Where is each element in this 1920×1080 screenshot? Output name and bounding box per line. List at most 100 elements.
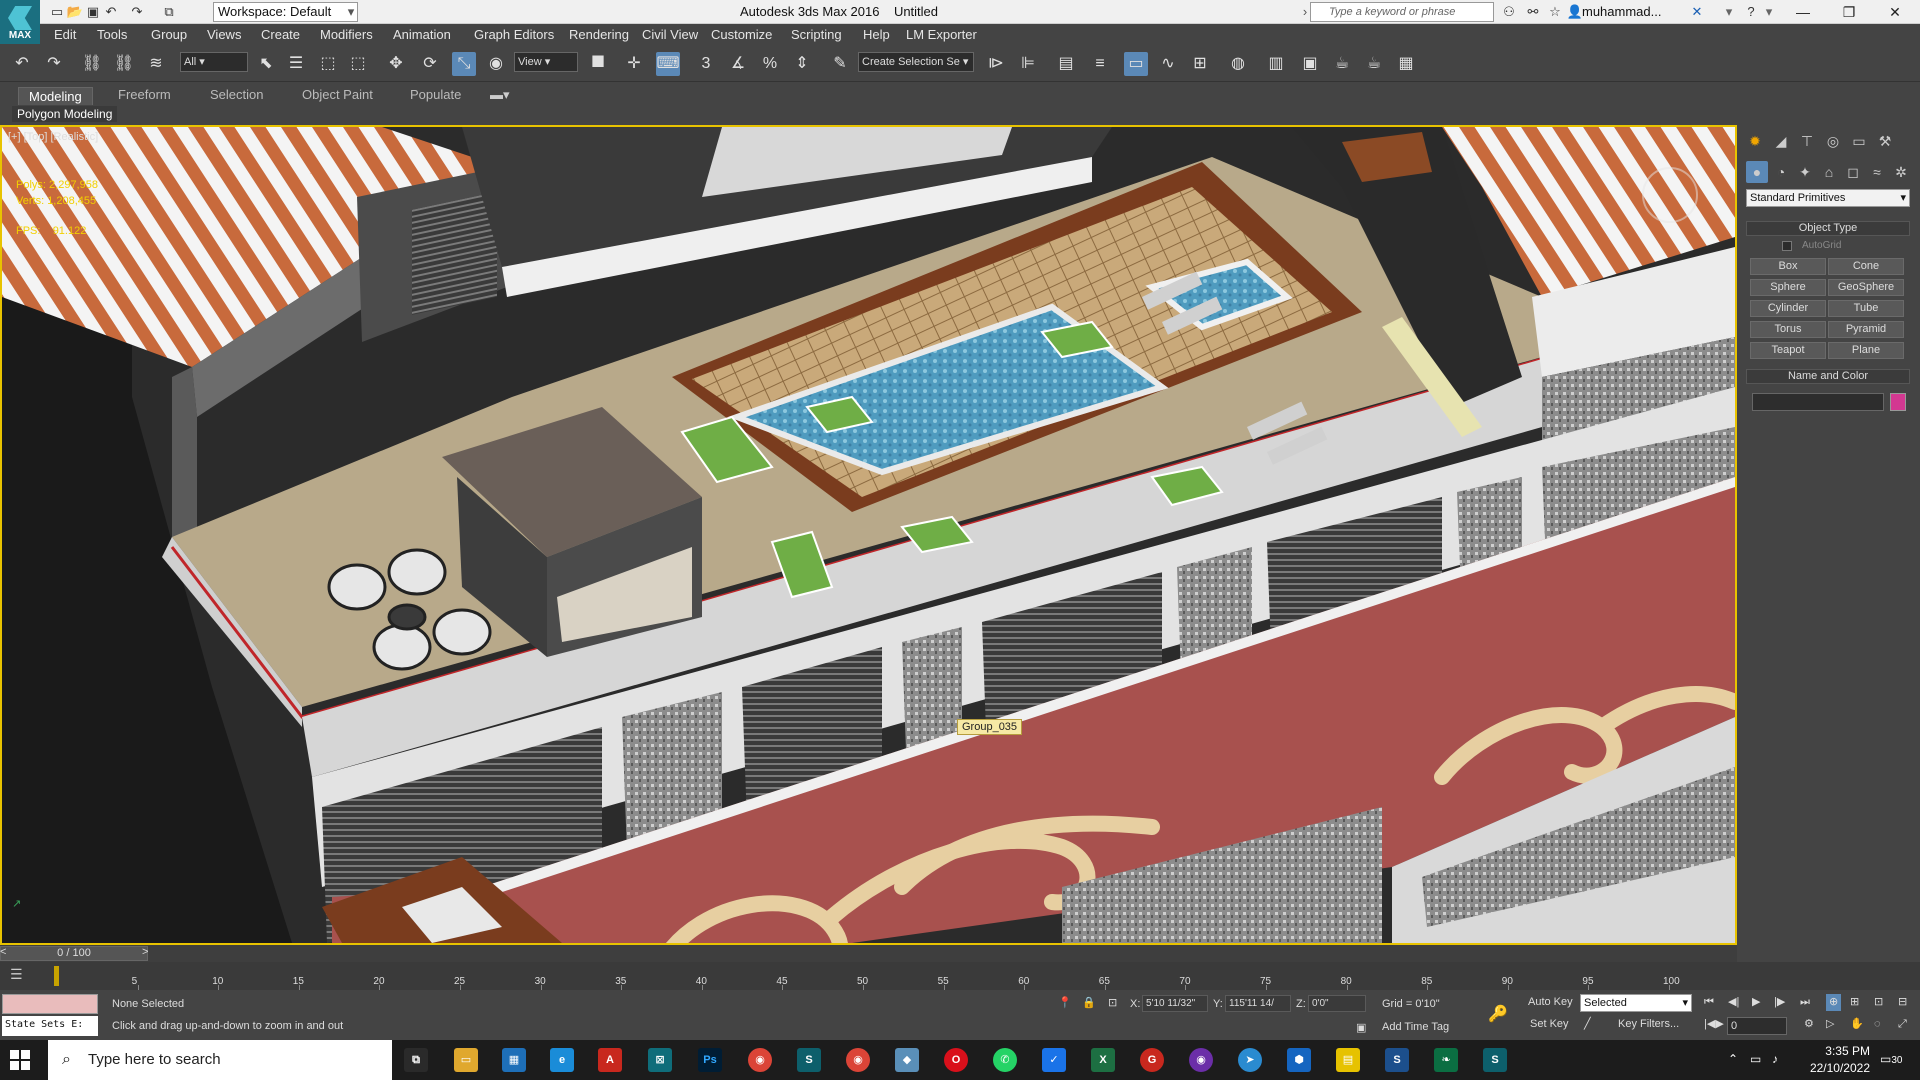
menu-views[interactable]: Views (207, 27, 241, 42)
z-coordinate-field[interactable]: 0'0" (1308, 995, 1366, 1012)
curve-editor-icon[interactable]: ∿ (1156, 52, 1180, 76)
rotate-icon[interactable]: ⟳ (418, 52, 442, 76)
play-icon[interactable]: ▶ (1752, 994, 1760, 1011)
select-object-icon[interactable]: ⬉ (254, 52, 278, 76)
favorites-star-icon[interactable]: ☆ (1546, 3, 1564, 21)
viewcube-icon[interactable] (1642, 167, 1698, 223)
media-player-icon[interactable]: ◉ (1189, 1048, 1213, 1072)
zoom-extents-icon[interactable]: ⊡ (1874, 994, 1883, 1011)
align-icon[interactable]: ⊫ (1016, 52, 1040, 76)
tab-populate[interactable]: Populate (410, 87, 461, 102)
workspace-dropdown[interactable]: Workspace: Default (213, 2, 358, 22)
maxscript-listener[interactable] (2, 994, 98, 1014)
tab-selection[interactable]: Selection (210, 87, 263, 102)
set-key-button[interactable]: Set Key (1530, 1016, 1569, 1033)
default-in-out-icon[interactable]: ╱ (1584, 1016, 1591, 1033)
menu-rendering[interactable]: Rendering (569, 27, 629, 42)
cylinder-button[interactable]: Cylinder (1750, 300, 1826, 317)
menu-customize[interactable]: Customize (711, 27, 772, 42)
app-s-icon[interactable]: S (1385, 1048, 1409, 1072)
set-keys-icon[interactable]: 🔑 (1488, 1004, 1508, 1024)
render-production-icon[interactable]: ☕ (1330, 52, 1354, 76)
zoom-icon[interactable]: ⊕ (1826, 994, 1842, 1011)
windows-start-icon[interactable] (10, 1050, 30, 1070)
scale-icon[interactable]: ⤡ (452, 52, 476, 76)
plane-button[interactable]: Plane (1828, 342, 1904, 359)
shapes-icon[interactable]: ◔ (1770, 161, 1792, 183)
zoom-all-icon[interactable]: ⊞ (1850, 994, 1859, 1011)
menu-group[interactable]: Group (151, 27, 187, 42)
lights-icon[interactable]: ✦ (1794, 161, 1816, 183)
next-frame-icon[interactable]: |▶ (1774, 994, 1785, 1011)
absolute-mode-icon[interactable]: ⊡ (1108, 996, 1117, 1009)
geosphere-button[interactable]: GeoSphere (1828, 279, 1904, 296)
scene-explorer-icon[interactable]: ▤ (1054, 52, 1078, 76)
chevron-down-icon[interactable]: ▾ (1760, 3, 1778, 21)
tube-button[interactable]: Tube (1828, 300, 1904, 317)
telegram-icon[interactable]: ➤ (1238, 1048, 1262, 1072)
help-search-input[interactable]: Type a keyword or phrase (1310, 2, 1494, 22)
render-setup-icon[interactable]: ▥ (1264, 52, 1288, 76)
y-coordinate-field[interactable]: 115'11 14/ (1225, 995, 1291, 1012)
mirror-icon[interactable]: ⧐ (984, 52, 1008, 76)
geometry-icon[interactable]: ● (1746, 161, 1768, 183)
menu-tools[interactable]: Tools (97, 27, 127, 42)
percent-snap-icon[interactable]: % (758, 52, 782, 76)
space-warps-icon[interactable]: ≈ (1866, 161, 1888, 183)
x-coordinate-field[interactable]: 5'10 11/32" (1142, 995, 1208, 1012)
placement-icon[interactable]: ◉ (484, 52, 508, 76)
polygon-modeling-panel[interactable]: Polygon Modeling (12, 106, 118, 122)
sketchup-icon[interactable]: ◆ (895, 1048, 919, 1072)
snaps-toggle-icon[interactable]: 3 (694, 52, 718, 76)
tab-freeform[interactable]: Freeform (118, 87, 171, 102)
cone-button[interactable]: Cone (1828, 258, 1904, 275)
help-icon[interactable]: ? (1742, 3, 1760, 21)
tray-chevron-icon[interactable]: ⌃ (1728, 1052, 1738, 1066)
taskbar-clock[interactable]: 3:35 PM 22/10/2022 (1800, 1043, 1870, 1077)
time-tag-icon[interactable]: ▣ (1356, 1021, 1366, 1034)
time-slider-thumb[interactable]: 0 / 100 (0, 946, 148, 961)
tab-modeling[interactable]: Modeling (18, 87, 93, 105)
cameras-icon[interactable]: ⌂ (1818, 161, 1840, 183)
bind-to-space-warp-icon[interactable]: ≋ (144, 52, 168, 76)
menu-animation[interactable]: Animation (393, 27, 451, 42)
named-selection-set-dropdown[interactable]: Create Selection Se ▾ (858, 52, 974, 72)
todo-icon[interactable]: ✓ (1042, 1048, 1066, 1072)
acrobat-icon[interactable]: A (598, 1048, 622, 1072)
close-button[interactable]: ✕ (1872, 0, 1918, 24)
edit-named-selection-icon[interactable]: ✎ (828, 52, 852, 76)
hierarchy-tab-icon[interactable]: ⊤ (1796, 130, 1818, 152)
pyramid-button[interactable]: Pyramid (1828, 321, 1904, 338)
frame-indicator[interactable] (54, 966, 59, 986)
viewport-label[interactable]: [+] [Top] [Realistic] (8, 131, 98, 143)
open-file-icon[interactable]: 📂 (66, 3, 84, 21)
systems-icon[interactable]: ✲ (1890, 161, 1912, 183)
field-of-view-icon[interactable]: ▷ (1826, 1016, 1834, 1033)
select-by-name-icon[interactable]: ☰ (284, 52, 308, 76)
exchange-apps-icon[interactable]: ✕ (1688, 3, 1706, 21)
rendered-frame-window-icon[interactable]: ▣ (1298, 52, 1322, 76)
redo-icon[interactable]: ↷ (42, 52, 66, 76)
toggle-ribbon-icon[interactable]: ▭ (1124, 52, 1148, 76)
go-to-start-icon[interactable]: ⏮ (1704, 994, 1714, 1011)
autogrid-checkbox[interactable] (1782, 241, 1792, 251)
name-and-color-rollout[interactable]: Name and Color (1746, 369, 1910, 384)
object-color-swatch[interactable] (1890, 393, 1906, 411)
lock-selection-icon[interactable]: 🔒 (1082, 996, 1096, 1009)
ribbon-options-icon[interactable]: ▬▾ (490, 87, 510, 103)
tab-object-paint[interactable]: Object Paint (302, 87, 373, 102)
selection-filter-dropdown[interactable]: All ▾ (180, 52, 248, 72)
torus-button[interactable]: Torus (1750, 321, 1826, 338)
redo-icon[interactable]: ↷ (128, 3, 146, 21)
network-icon[interactable]: ▭ (1750, 1052, 1761, 1066)
menu-lm-exporter[interactable]: LM Exporter (906, 27, 977, 42)
chrome-icon[interactable]: ◉ (748, 1048, 772, 1072)
previous-frame-icon[interactable]: ◀| (1728, 994, 1739, 1011)
notifications-icon[interactable]: ▭30 (1880, 1052, 1902, 1066)
sphere-button[interactable]: Sphere (1750, 279, 1826, 296)
photoshop-icon[interactable]: Ps (698, 1048, 722, 1072)
key-mode-toggle-icon[interactable]: |◀▶ (1704, 1016, 1724, 1033)
modify-tab-icon[interactable]: ◢ (1770, 130, 1792, 152)
3dsmax-icon[interactable]: S (1483, 1048, 1507, 1072)
layer-explorer-icon[interactable]: ≡ (1088, 52, 1112, 76)
